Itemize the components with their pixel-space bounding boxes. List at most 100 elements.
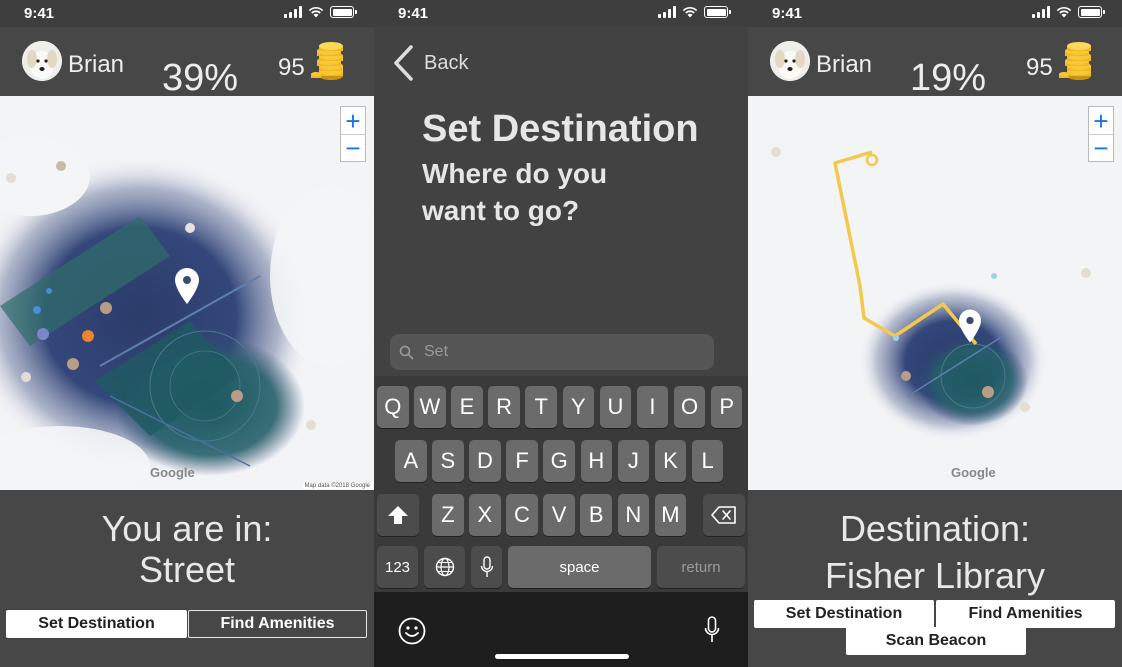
set-destination-screen: 9:41 Back Set Destination Where do you w… — [374, 0, 748, 667]
location-name: Street — [138, 549, 236, 590]
zoom-out-button[interactable]: − — [1089, 134, 1113, 161]
key-f[interactable]: F — [506, 440, 538, 482]
map-screen-destination: 9:41 Brian 19% 95 + − Google Destination… — [748, 0, 1122, 667]
username: Brian — [68, 51, 125, 78]
key-k[interactable]: K — [654, 440, 687, 482]
key-y[interactable]: Y — [562, 386, 595, 428]
location-label: You are in: — [101, 508, 273, 549]
key-n[interactable]: N — [617, 494, 650, 536]
wifi-icon — [682, 6, 698, 18]
set-destination-button[interactable]: Set Destination — [754, 600, 934, 628]
coin-count: 95 — [278, 54, 305, 81]
set-destination-button[interactable]: Set Destination — [6, 610, 187, 638]
location-pin-icon — [959, 309, 981, 343]
globe-key[interactable] — [424, 546, 465, 588]
key-b[interactable]: B — [580, 494, 612, 536]
zoom-in-button[interactable]: + — [1089, 107, 1113, 134]
key-z[interactable]: Z — [432, 494, 464, 536]
back-button[interactable]: Back — [392, 45, 468, 81]
key-d[interactable]: D — [469, 440, 501, 482]
space-key[interactable]: space — [508, 546, 651, 588]
battery-icon — [704, 6, 731, 18]
keyboard-accessory-bar — [374, 592, 748, 667]
key-s[interactable]: S — [432, 440, 464, 482]
status-bar: 9:41 — [748, 0, 1122, 27]
key-l[interactable]: L — [691, 440, 724, 482]
cellular-signal-icon — [284, 6, 302, 18]
keyboard: QWERTYUIOP ASDFGHJKL ZXCVBNM 123 space r… — [374, 376, 748, 667]
return-key[interactable]: return — [657, 546, 745, 588]
scan-beacon-button[interactable]: Scan Beacon — [846, 627, 1026, 655]
backspace-icon — [711, 506, 736, 524]
coin-count: 95 — [1026, 54, 1053, 81]
zoom-out-button[interactable]: − — [341, 134, 365, 161]
search-icon — [399, 345, 414, 360]
battery-icon — [1078, 6, 1105, 18]
username: Brian — [816, 51, 873, 78]
avatar[interactable] — [22, 41, 62, 81]
status-time: 9:41 — [24, 5, 55, 22]
campus-map[interactable]: + − Google Map data ©2018 Google — [0, 96, 374, 490]
status-time: 9:41 — [398, 5, 429, 22]
emoji-icon[interactable] — [398, 617, 426, 645]
map-fog-layer — [748, 96, 1122, 490]
key-p[interactable]: P — [710, 386, 743, 428]
key-a[interactable]: A — [395, 440, 427, 482]
dictation-key[interactable] — [471, 546, 502, 588]
key-j[interactable]: J — [617, 440, 650, 482]
key-w[interactable]: W — [414, 386, 446, 428]
shift-key[interactable] — [377, 494, 419, 536]
key-x[interactable]: X — [469, 494, 501, 536]
user-header: Brian 19% 95 — [748, 27, 1122, 99]
destination-search-input[interactable] — [424, 334, 704, 370]
coin-stack-icon — [1059, 42, 1091, 80]
zoom-in-button[interactable]: + — [341, 107, 365, 134]
globe-icon — [435, 557, 454, 577]
google-logo: Google — [150, 465, 195, 480]
back-label: Back — [424, 51, 469, 74]
coin-stack-icon — [311, 42, 343, 80]
key-t[interactable]: T — [525, 386, 557, 428]
chevron-left-icon — [394, 45, 413, 81]
location-pin-icon — [175, 268, 199, 304]
wifi-icon — [308, 6, 324, 18]
key-v[interactable]: V — [543, 494, 575, 536]
key-e[interactable]: E — [451, 386, 483, 428]
destination-info-panel: Destination: Fisher Library Set Destinat… — [748, 490, 1122, 667]
page-title: Set Destination — [422, 108, 699, 150]
avatar[interactable] — [770, 41, 810, 81]
cellular-signal-icon — [1032, 6, 1050, 18]
key-q[interactable]: Q — [377, 386, 409, 428]
destination-name: Fisher Library — [824, 555, 1046, 596]
find-amenities-button[interactable]: Find Amenities — [188, 610, 367, 638]
key-i[interactable]: I — [636, 386, 669, 428]
zoom-controls: + − — [340, 106, 366, 162]
find-amenities-button[interactable]: Find Amenities — [936, 600, 1115, 628]
status-time: 9:41 — [772, 5, 803, 22]
key-r[interactable]: R — [488, 386, 520, 428]
zoom-controls: + − — [1088, 106, 1114, 162]
destination-label: Destination: — [839, 508, 1031, 549]
key-g[interactable]: G — [543, 440, 575, 482]
numbers-key[interactable]: 123 — [377, 546, 418, 588]
microphone-icon[interactable] — [704, 616, 720, 644]
battery-icon — [330, 6, 357, 18]
home-indicator[interactable] — [495, 654, 629, 659]
exploration-percent: 39% — [162, 57, 239, 99]
campus-map[interactable]: + − Google — [748, 96, 1122, 490]
key-m[interactable]: M — [654, 494, 687, 536]
location-info-panel: You are in: Street Set Destination Find … — [0, 490, 374, 667]
status-bar: 9:41 — [0, 0, 374, 27]
map-screen-street: 9:41 Brian 39% 95 + − Google Map data ©2… — [0, 0, 374, 667]
screens: 9:41 Brian 39% 95 + − Google Map data ©2… — [0, 0, 1122, 667]
key-u[interactable]: U — [599, 386, 632, 428]
map-credit[interactable]: Map data ©2018 Google — [302, 483, 372, 489]
status-bar: 9:41 — [374, 0, 748, 27]
delete-key[interactable] — [703, 494, 745, 536]
key-c[interactable]: C — [506, 494, 538, 536]
microphone-icon — [480, 556, 493, 577]
exploration-percent: 19% — [910, 57, 987, 99]
key-h[interactable]: H — [580, 440, 613, 482]
key-o[interactable]: O — [673, 386, 706, 428]
destination-search — [390, 334, 714, 370]
